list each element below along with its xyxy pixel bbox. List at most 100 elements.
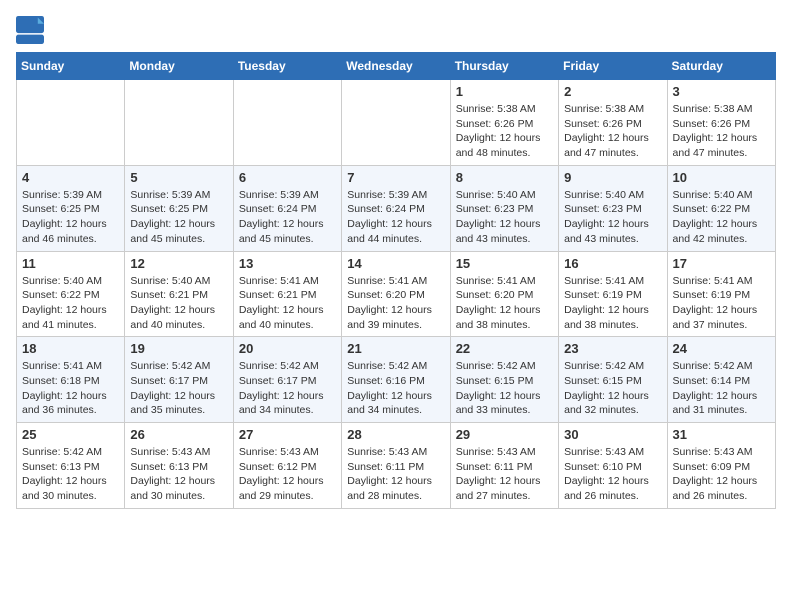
cell-date-number: 14 xyxy=(347,256,444,271)
cell-info-text: Sunrise: 5:41 AMSunset: 6:19 PMDaylight:… xyxy=(673,274,770,333)
cell-info-text: Sunrise: 5:40 AMSunset: 6:22 PMDaylight:… xyxy=(673,188,770,247)
cell-date-number: 31 xyxy=(673,427,770,442)
cell-info-text: Sunrise: 5:42 AMSunset: 6:17 PMDaylight:… xyxy=(130,359,227,418)
cell-info-text: Sunrise: 5:43 AMSunset: 6:11 PMDaylight:… xyxy=(456,445,553,504)
cell-info-text: Sunrise: 5:40 AMSunset: 6:22 PMDaylight:… xyxy=(22,274,119,333)
cell-date-number: 3 xyxy=(673,84,770,99)
calendar-cell: 18 Sunrise: 5:41 AMSunset: 6:18 PMDayligh… xyxy=(17,337,125,423)
cell-date-number: 4 xyxy=(22,170,119,185)
calendar-cell: 9 Sunrise: 5:40 AMSunset: 6:23 PMDaylight… xyxy=(559,165,667,251)
calendar-cell xyxy=(17,80,125,166)
cell-date-number: 19 xyxy=(130,341,227,356)
calendar-cell: 7 Sunrise: 5:39 AMSunset: 6:24 PMDaylight… xyxy=(342,165,450,251)
cell-info-text: Sunrise: 5:38 AMSunset: 6:26 PMDaylight:… xyxy=(456,102,553,161)
calendar-cell: 4 Sunrise: 5:39 AMSunset: 6:25 PMDaylight… xyxy=(17,165,125,251)
cell-info-text: Sunrise: 5:43 AMSunset: 6:10 PMDaylight:… xyxy=(564,445,661,504)
calendar-cell: 15 Sunrise: 5:41 AMSunset: 6:20 PMDayligh… xyxy=(450,251,558,337)
calendar-cell: 13Sunrise: 5:41 AMSunset: 6:21 PMDayligh… xyxy=(233,251,341,337)
cell-date-number: 24 xyxy=(673,341,770,356)
calendar-cell: 19 Sunrise: 5:42 AMSunset: 6:17 PMDayligh… xyxy=(125,337,233,423)
cell-date-number: 16 xyxy=(564,256,661,271)
cell-info-text: Sunrise: 5:43 AMSunset: 6:11 PMDaylight:… xyxy=(347,445,444,504)
cell-date-number: 22 xyxy=(456,341,553,356)
header-day: Tuesday xyxy=(233,53,341,80)
calendar-cell: 26 Sunrise: 5:43 AMSunset: 6:13 PMDayligh… xyxy=(125,423,233,509)
calendar-body: 1Sunrise: 5:38 AMSunset: 6:26 PMDaylight… xyxy=(17,80,776,509)
logo-icon xyxy=(16,16,44,44)
cell-info-text: Sunrise: 5:43 AMSunset: 6:12 PMDaylight:… xyxy=(239,445,336,504)
cell-date-number: 17 xyxy=(673,256,770,271)
calendar-cell: 14 Sunrise: 5:41 AMSunset: 6:20 PMDayligh… xyxy=(342,251,450,337)
cell-date-number: 7 xyxy=(347,170,444,185)
calendar-cell: 25 Sunrise: 5:42 AMSunset: 6:13 PMDayligh… xyxy=(17,423,125,509)
cell-info-text: Sunrise: 5:42 AMSunset: 6:15 PMDaylight:… xyxy=(564,359,661,418)
cell-info-text: Sunrise: 5:42 AMSunset: 6:17 PMDaylight:… xyxy=(239,359,336,418)
calendar-cell: 28Sunrise: 5:43 AMSunset: 6:11 PMDayligh… xyxy=(342,423,450,509)
cell-date-number: 8 xyxy=(456,170,553,185)
calendar-week-row: 4 Sunrise: 5:39 AMSunset: 6:25 PMDaylight… xyxy=(17,165,776,251)
calendar-cell: 21Sunrise: 5:42 AMSunset: 6:16 PMDayligh… xyxy=(342,337,450,423)
calendar-week-row: 25 Sunrise: 5:42 AMSunset: 6:13 PMDayligh… xyxy=(17,423,776,509)
calendar-cell xyxy=(342,80,450,166)
cell-date-number: 25 xyxy=(22,427,119,442)
cell-date-number: 9 xyxy=(564,170,661,185)
cell-date-number: 10 xyxy=(673,170,770,185)
cell-info-text: Sunrise: 5:43 AMSunset: 6:13 PMDaylight:… xyxy=(130,445,227,504)
cell-info-text: Sunrise: 5:39 AMSunset: 6:24 PMDaylight:… xyxy=(347,188,444,247)
calendar-week-row: 1Sunrise: 5:38 AMSunset: 6:26 PMDaylight… xyxy=(17,80,776,166)
calendar-cell: 5 Sunrise: 5:39 AMSunset: 6:25 PMDaylight… xyxy=(125,165,233,251)
cell-info-text: Sunrise: 5:39 AMSunset: 6:24 PMDaylight:… xyxy=(239,188,336,247)
cell-date-number: 21 xyxy=(347,341,444,356)
calendar-cell: 3 Sunrise: 5:38 AMSunset: 6:26 PMDaylight… xyxy=(667,80,775,166)
calendar-cell: 1Sunrise: 5:38 AMSunset: 6:26 PMDaylight… xyxy=(450,80,558,166)
calendar-header: SundayMondayTuesdayWednesdayThursdayFrid… xyxy=(17,53,776,80)
cell-info-text: Sunrise: 5:40 AMSunset: 6:23 PMDaylight:… xyxy=(564,188,661,247)
cell-info-text: Sunrise: 5:43 AMSunset: 6:09 PMDaylight:… xyxy=(673,445,770,504)
header-row: SundayMondayTuesdayWednesdayThursdayFrid… xyxy=(17,53,776,80)
calendar-cell: 29Sunrise: 5:43 AMSunset: 6:11 PMDayligh… xyxy=(450,423,558,509)
cell-date-number: 5 xyxy=(130,170,227,185)
calendar-cell: 17 Sunrise: 5:41 AMSunset: 6:19 PMDayligh… xyxy=(667,251,775,337)
cell-date-number: 20 xyxy=(239,341,336,356)
calendar-cell: 22 Sunrise: 5:42 AMSunset: 6:15 PMDayligh… xyxy=(450,337,558,423)
cell-date-number: 27 xyxy=(239,427,336,442)
cell-date-number: 12 xyxy=(130,256,227,271)
calendar-week-row: 18 Sunrise: 5:41 AMSunset: 6:18 PMDayligh… xyxy=(17,337,776,423)
header-day: Sunday xyxy=(17,53,125,80)
cell-date-number: 13 xyxy=(239,256,336,271)
calendar-cell: 24 Sunrise: 5:42 AMSunset: 6:14 PMDayligh… xyxy=(667,337,775,423)
cell-date-number: 26 xyxy=(130,427,227,442)
calendar-cell: 23 Sunrise: 5:42 AMSunset: 6:15 PMDayligh… xyxy=(559,337,667,423)
cell-date-number: 2 xyxy=(564,84,661,99)
cell-date-number: 23 xyxy=(564,341,661,356)
calendar-cell: 6Sunrise: 5:39 AMSunset: 6:24 PMDaylight… xyxy=(233,165,341,251)
cell-date-number: 30 xyxy=(564,427,661,442)
calendar-cell: 12 Sunrise: 5:40 AMSunset: 6:21 PMDayligh… xyxy=(125,251,233,337)
header-day: Wednesday xyxy=(342,53,450,80)
cell-info-text: Sunrise: 5:41 AMSunset: 6:18 PMDaylight:… xyxy=(22,359,119,418)
header-day: Thursday xyxy=(450,53,558,80)
header-day: Friday xyxy=(559,53,667,80)
cell-info-text: Sunrise: 5:40 AMSunset: 6:21 PMDaylight:… xyxy=(130,274,227,333)
calendar-cell: 27 Sunrise: 5:43 AMSunset: 6:12 PMDayligh… xyxy=(233,423,341,509)
cell-date-number: 15 xyxy=(456,256,553,271)
cell-date-number: 18 xyxy=(22,341,119,356)
cell-info-text: Sunrise: 5:41 AMSunset: 6:20 PMDaylight:… xyxy=(347,274,444,333)
calendar-cell: 2 Sunrise: 5:38 AMSunset: 6:26 PMDaylight… xyxy=(559,80,667,166)
cell-info-text: Sunrise: 5:42 AMSunset: 6:14 PMDaylight:… xyxy=(673,359,770,418)
calendar-week-row: 11 Sunrise: 5:40 AMSunset: 6:22 PMDayligh… xyxy=(17,251,776,337)
page-header xyxy=(16,16,776,44)
calendar-cell: 10 Sunrise: 5:40 AMSunset: 6:22 PMDayligh… xyxy=(667,165,775,251)
cell-info-text: Sunrise: 5:39 AMSunset: 6:25 PMDaylight:… xyxy=(22,188,119,247)
calendar-cell: 31 Sunrise: 5:43 AMSunset: 6:09 PMDayligh… xyxy=(667,423,775,509)
cell-info-text: Sunrise: 5:38 AMSunset: 6:26 PMDaylight:… xyxy=(673,102,770,161)
calendar-cell: 30 Sunrise: 5:43 AMSunset: 6:10 PMDayligh… xyxy=(559,423,667,509)
cell-info-text: Sunrise: 5:38 AMSunset: 6:26 PMDaylight:… xyxy=(564,102,661,161)
cell-info-text: Sunrise: 5:42 AMSunset: 6:15 PMDaylight:… xyxy=(456,359,553,418)
calendar-table: SundayMondayTuesdayWednesdayThursdayFrid… xyxy=(16,52,776,509)
cell-date-number: 11 xyxy=(22,256,119,271)
cell-info-text: Sunrise: 5:41 AMSunset: 6:20 PMDaylight:… xyxy=(456,274,553,333)
cell-info-text: Sunrise: 5:39 AMSunset: 6:25 PMDaylight:… xyxy=(130,188,227,247)
calendar-cell: 11 Sunrise: 5:40 AMSunset: 6:22 PMDayligh… xyxy=(17,251,125,337)
cell-info-text: Sunrise: 5:42 AMSunset: 6:13 PMDaylight:… xyxy=(22,445,119,504)
